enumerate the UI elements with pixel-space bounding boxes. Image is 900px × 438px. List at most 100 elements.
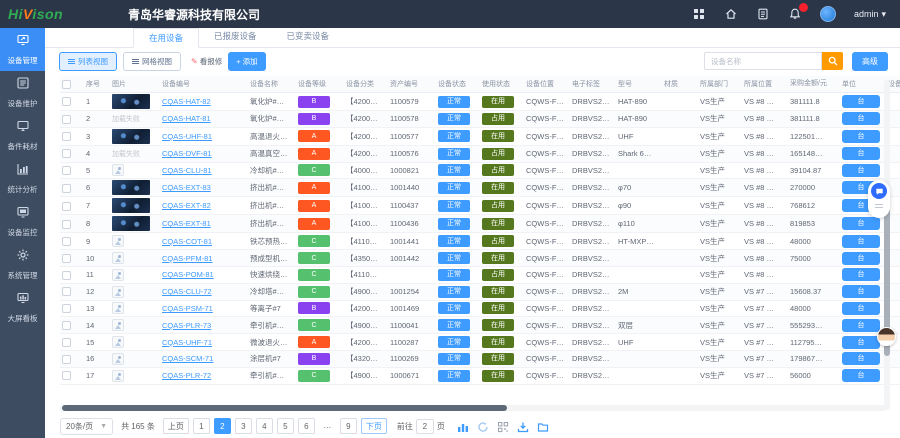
device-code-link[interactable]: CQAS-EXT-83 [162, 183, 211, 192]
select-all-checkbox[interactable] [62, 80, 71, 89]
use-status-badge: 占用 [482, 235, 514, 247]
row-checkbox[interactable] [62, 115, 71, 124]
page-button-6[interactable]: 6 [298, 418, 315, 434]
sidebar-item-2[interactable]: 设备维护 [0, 71, 45, 114]
device-code-link[interactable]: CQAS-CLU-72 [162, 287, 212, 296]
home-icon[interactable] [724, 7, 738, 21]
row-checkbox[interactable] [62, 287, 71, 296]
row-checkbox[interactable] [62, 338, 71, 347]
page-button-1[interactable]: 1 [193, 418, 210, 434]
search-button[interactable] [822, 52, 843, 70]
row-checkbox[interactable] [62, 355, 71, 364]
user-menu[interactable]: admin▾ [854, 9, 886, 20]
sidebar-item-6[interactable]: 系统管理 [0, 243, 45, 286]
device-grade-cell: A [296, 179, 344, 197]
device-code-link[interactable]: CQAS-PSM-71 [162, 304, 213, 313]
unit-cell: 台 [840, 93, 886, 111]
assistant-avatar[interactable] [877, 327, 896, 346]
device-name: 铁芯预热… [248, 233, 296, 250]
device-code-link[interactable]: CQAS-POM-81 [162, 270, 214, 279]
sidebar-item-3[interactable]: 备件耗材 [0, 114, 45, 157]
row-checkbox[interactable] [62, 149, 71, 158]
page-button-5[interactable]: 5 [277, 418, 294, 434]
row-checkbox[interactable] [62, 271, 71, 280]
row-checkbox[interactable] [62, 371, 71, 380]
search-input[interactable] [704, 52, 822, 70]
device-code-link[interactable]: CQAS-COT-81 [162, 237, 212, 246]
jump-page-input[interactable] [416, 419, 434, 434]
tab-3[interactable]: 已变卖设备 [272, 27, 345, 47]
device-model: UHF [616, 334, 662, 351]
sidebar-item-4[interactable]: 统计分析 [0, 157, 45, 200]
tab-2[interactable]: 已报废设备 [199, 27, 272, 47]
device-code-link[interactable]: CQAS-PFM-81 [162, 254, 212, 263]
user-avatar[interactable] [820, 6, 836, 22]
page-button-4[interactable]: 4 [256, 418, 273, 434]
device-code-link[interactable]: CQAS-CLU-81 [162, 166, 212, 175]
apps-grid-icon[interactable] [692, 7, 706, 21]
row-checkbox[interactable] [62, 97, 71, 106]
list-view-button[interactable]: 列表视图 [59, 52, 117, 71]
device-code-link[interactable]: CQAS-UHF-81 [162, 132, 212, 141]
device-code-link[interactable]: CQAS-HAT-82 [162, 97, 211, 106]
grid-view-button[interactable]: 网格视图 [123, 52, 181, 71]
add-button[interactable]: + 添加 [228, 52, 265, 71]
page-button-9[interactable]: 9 [340, 418, 357, 434]
sidebar-item-1[interactable]: 设备管理 [0, 28, 45, 71]
row-checkbox[interactable] [62, 254, 71, 263]
grade-badge: A [298, 336, 330, 348]
advanced-search-button[interactable]: 高级 [852, 52, 888, 71]
page-button-3[interactable]: 3 [235, 418, 252, 434]
download-icon[interactable] [517, 420, 530, 433]
row-checkbox[interactable] [62, 220, 71, 229]
view-repair-link[interactable]: ✎ 看报修 [191, 56, 222, 67]
device-photo[interactable] [112, 198, 150, 213]
row-checkbox[interactable] [62, 166, 71, 175]
row-checkbox[interactable] [62, 184, 71, 193]
department: VS生产 [698, 266, 742, 283]
row-checkbox[interactable] [62, 132, 71, 141]
device-name: 挤出机#… [248, 197, 296, 215]
device-code-link[interactable]: CQAS-PLR-72 [162, 371, 211, 380]
row-checkbox[interactable] [62, 321, 71, 330]
unit-cell: 台 [840, 145, 886, 162]
horizontal-scrollbar-thumb[interactable] [62, 405, 507, 411]
refresh-icon[interactable] [477, 420, 490, 433]
document-icon[interactable] [756, 7, 770, 21]
device-code-link[interactable]: CQAS-SCM-71 [162, 354, 213, 363]
column-header-10: 设备位置 [524, 76, 570, 93]
qrcode-icon[interactable] [497, 420, 510, 433]
device-code-link[interactable]: CQAS-PLR-73 [162, 321, 211, 330]
unit-badge: 台 [842, 130, 880, 143]
tab-1[interactable]: 在用设备 [133, 28, 199, 48]
row-checkbox[interactable] [62, 237, 71, 246]
sidebar-item-7[interactable]: 大屏看板 [0, 286, 45, 329]
prev-page-button[interactable]: 上页 [163, 418, 189, 434]
sidebar-item-5[interactable]: 设备监控 [0, 200, 45, 243]
chart-icon[interactable] [457, 420, 470, 433]
device-model: HAT-890 [616, 111, 662, 128]
chat-float-button[interactable] [868, 180, 890, 218]
page-button-2[interactable]: 2 [214, 418, 231, 434]
row-select-cell [60, 283, 84, 300]
device-photo[interactable] [112, 94, 150, 109]
device-code-link[interactable]: CQAS-UHF-71 [162, 338, 212, 347]
use-status-cell: 在用 [480, 300, 524, 317]
row-index: 11 [84, 266, 110, 283]
device-code-link[interactable]: CQAS-DVF-81 [162, 149, 212, 158]
export-icon[interactable] [537, 420, 550, 433]
electronic-tag: DRBVS2… [570, 317, 616, 334]
device-photo[interactable] [112, 180, 150, 195]
device-code-link[interactable]: CQAS-EXT-82 [162, 201, 211, 210]
device-photo[interactable] [112, 216, 150, 231]
next-page-button[interactable]: 下页 [361, 418, 387, 434]
row-checkbox[interactable] [62, 202, 71, 211]
device-photo[interactable] [112, 129, 150, 144]
page-size-select[interactable]: 20条/页▼ [60, 418, 113, 435]
device-code-link[interactable]: CQAS-EXT-81 [162, 219, 211, 228]
bell-icon[interactable] [788, 7, 802, 21]
grade-badge: C [298, 252, 330, 264]
row-checkbox[interactable] [62, 304, 71, 313]
device-code-link[interactable]: CQAS-HAT-81 [162, 114, 211, 123]
row-index: 17 [84, 367, 110, 384]
